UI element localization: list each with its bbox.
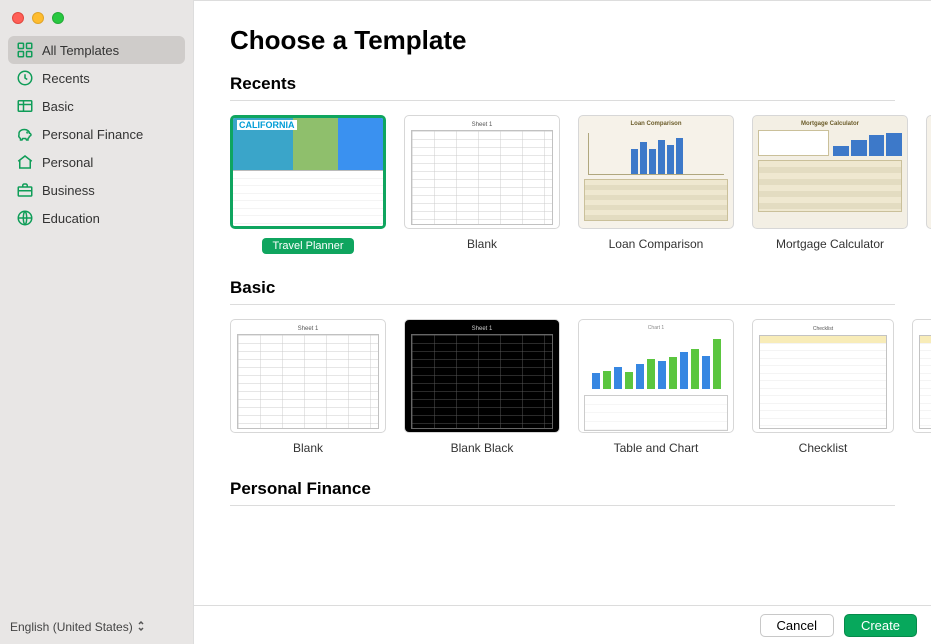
sidebar-item-label: Personal (42, 155, 93, 170)
zoom-window-button[interactable] (52, 12, 64, 24)
create-button[interactable]: Create (844, 614, 917, 637)
table-icon (16, 97, 34, 115)
template-thumbnail: Loan Comparison (578, 115, 734, 229)
template-label: Loan Comparison (578, 237, 734, 251)
sidebar-item-all-templates[interactable]: All Templates (8, 36, 185, 64)
template-card-blank[interactable]: Sheet 1 Blank (404, 115, 560, 254)
template-card-checklist-2[interactable]: Checklist Checklist (912, 319, 931, 455)
section-heading: Recents (230, 74, 895, 101)
template-card-blank-black[interactable]: Sheet 1 Blank Black (404, 319, 560, 455)
window-controls (0, 8, 193, 36)
briefcase-icon (16, 181, 34, 199)
close-window-button[interactable] (12, 12, 24, 24)
sidebar-item-label: Personal Finance (42, 127, 143, 142)
globe-icon (16, 209, 34, 227)
sidebar-item-basic[interactable]: Basic (8, 92, 185, 120)
section-recents: Recents Travel Planner Sheet 1 Blank (230, 74, 931, 254)
sidebar-item-personal-finance[interactable]: Personal Finance (8, 120, 185, 148)
template-thumbnail: Chart 1 (578, 319, 734, 433)
template-label: Checklist (912, 441, 931, 455)
section-personal-finance: Personal Finance (230, 479, 931, 506)
cancel-button[interactable]: Cancel (760, 614, 834, 637)
template-label: Blank Black (404, 441, 560, 455)
sidebar-item-personal[interactable]: Personal (8, 148, 185, 176)
template-row: Travel Planner Sheet 1 Blank Loan Compar… (230, 115, 931, 254)
template-card-travel-planner[interactable]: Travel Planner (230, 115, 386, 254)
sidebar-item-label: All Templates (42, 43, 119, 58)
home-icon (16, 153, 34, 171)
template-label: Travel Planner (262, 238, 353, 254)
template-thumbnail (230, 115, 386, 229)
sidebar: All Templates Recents Basic (0, 0, 193, 644)
template-card-table-and-chart[interactable]: Chart 1 Table and Chart (578, 319, 734, 455)
template-card-loan-comparison[interactable]: Loan Comparison Loan Comparison (578, 115, 734, 254)
template-thumbnail: Checklist (912, 319, 931, 433)
sidebar-item-label: Basic (42, 99, 74, 114)
template-card-mortgage-calculator[interactable]: Mortgage Calculator Mortgage Calculator (752, 115, 908, 254)
footer: Cancel Create (194, 605, 931, 644)
section-heading: Personal Finance (230, 479, 895, 506)
template-label: Table and Chart (578, 441, 734, 455)
sidebar-item-label: Education (42, 211, 100, 226)
template-card-my-stocks[interactable]: Portfolio $60000.00 My Stocks (926, 115, 931, 254)
sidebar-item-education[interactable]: Education (8, 204, 185, 232)
template-thumbnail: Sheet 1 (230, 319, 386, 433)
template-card-blank[interactable]: Sheet 1 Blank (230, 319, 386, 455)
sidebar-item-recents[interactable]: Recents (8, 64, 185, 92)
template-label: Blank (404, 237, 560, 251)
section-heading: Basic (230, 278, 895, 305)
minimize-window-button[interactable] (32, 12, 44, 24)
template-label: Mortgage Calculator (752, 237, 908, 251)
sidebar-item-label: Business (42, 183, 95, 198)
chevron-updown-icon (137, 620, 145, 634)
section-basic: Basic Sheet 1 Blank Sheet 1 Blank Black (230, 278, 931, 455)
template-card-checklist[interactable]: Checklist Checklist (752, 319, 894, 455)
piggy-bank-icon (16, 125, 34, 143)
grid-icon (16, 41, 34, 59)
template-thumbnail: Sheet 1 (404, 115, 560, 229)
language-label: English (United States) (10, 620, 133, 634)
template-thumbnail: Portfolio $60000.00 (926, 115, 931, 229)
page-title: Choose a Template (230, 25, 931, 56)
main-content: Choose a Template Recents Travel Planner… (193, 0, 931, 644)
template-thumbnail: Mortgage Calculator (752, 115, 908, 229)
sidebar-item-business[interactable]: Business (8, 176, 185, 204)
template-thumbnail: Checklist (752, 319, 894, 433)
template-thumbnail: Sheet 1 (404, 319, 560, 433)
language-selector[interactable]: English (United States) (10, 620, 183, 634)
template-label: My Stocks (926, 237, 931, 251)
template-row: Sheet 1 Blank Sheet 1 Blank Black Chart … (230, 319, 931, 455)
template-label: Blank (230, 441, 386, 455)
sidebar-item-label: Recents (42, 71, 90, 86)
clock-icon (16, 69, 34, 87)
template-label: Checklist (752, 441, 894, 455)
